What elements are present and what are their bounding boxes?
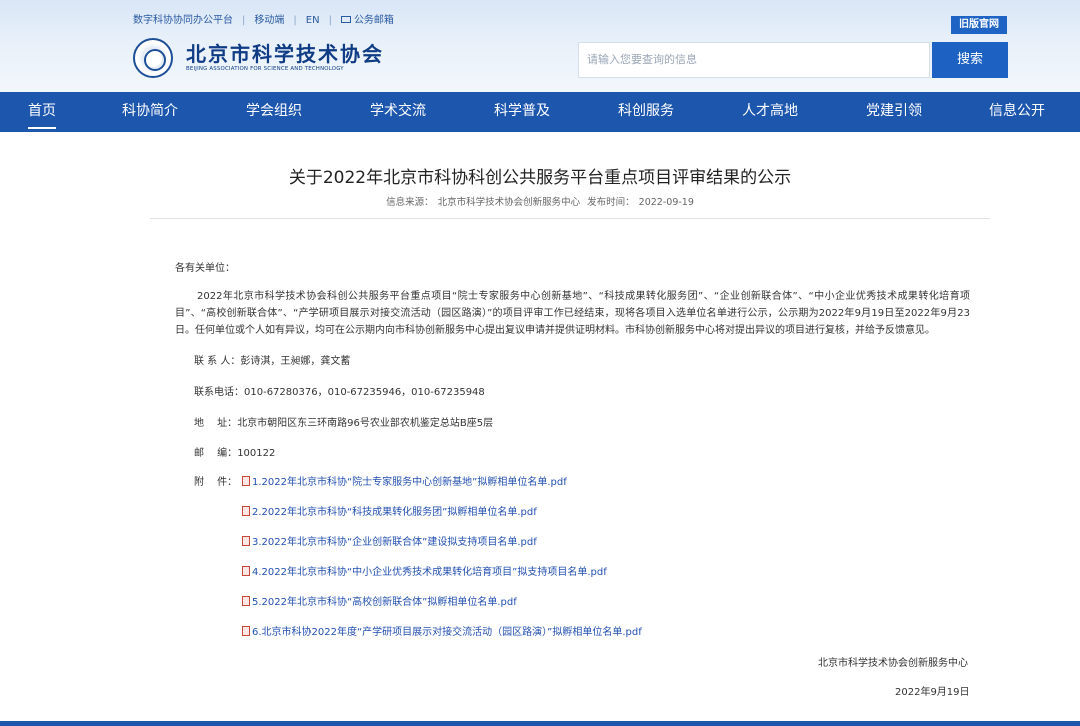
nav-item-party[interactable]: 党建引领 xyxy=(866,92,922,132)
nav-item-home[interactable]: 首页 xyxy=(28,92,56,132)
article-body: 2022年北京市科学技术协会科创公共服务平台重点项目“院士专家服务中心创新基地”… xyxy=(175,291,970,336)
nav-item-innovation-service[interactable]: 科创服务 xyxy=(618,92,674,132)
attachment-link-text[interactable]: 4.2022年北京市科协“中小企业优秀技术成果转化培育项目”拟支持项目名单.pd… xyxy=(252,567,607,578)
nav-item-popular-science[interactable]: 科学普及 xyxy=(494,92,550,132)
top-link-mail[interactable]: 公务邮箱 xyxy=(354,15,394,26)
date-label: 发布时间： xyxy=(587,197,635,208)
attachment-link-text[interactable]: 5.2022年北京市科协“高校创新联合体”拟孵相单位名单.pdf xyxy=(252,597,517,608)
footer-bar xyxy=(0,721,1080,726)
article-meta: 信息来源： 北京市科学技术协会创新服务中心 发布时间： 2022-09-19 xyxy=(0,194,1080,208)
address-label: 地 址： xyxy=(194,418,238,429)
separator: | xyxy=(242,15,246,26)
pdf-icon xyxy=(242,566,250,576)
search-box xyxy=(578,42,930,78)
postcode-label: 邮 编： xyxy=(194,448,238,459)
attachment-link[interactable]: 4.2022年北京市科协“中小企业优秀技术成果转化培育项目”拟支持项目名单.pd… xyxy=(242,563,607,578)
attachment-link-text[interactable]: 1.2022年北京市科协“院士专家服务中心创新基地”拟孵相单位名单.pdf xyxy=(252,477,567,488)
nav-item-academic[interactable]: 学术交流 xyxy=(370,92,426,132)
search-input[interactable] xyxy=(579,43,929,77)
phone-value: 010-67280376，010-67235946，010-67235948 xyxy=(244,387,485,398)
pdf-icon xyxy=(242,626,250,636)
postcode-value: 100122 xyxy=(237,448,276,459)
article-title: 关于2022年北京市科协科创公共服务平台重点项目评审结果的公示 xyxy=(288,168,792,188)
nav-item-about[interactable]: 科协简介 xyxy=(122,92,178,132)
attachment-link[interactable]: 1.2022年北京市科协“院士专家服务中心创新基地”拟孵相单位名单.pdf xyxy=(242,473,567,488)
source-value: 北京市科学技术协会创新服务中心 xyxy=(437,197,581,208)
nav-item-disclosure[interactable]: 信息公开 xyxy=(989,92,1045,132)
main-nav: 首页 科协简介 学会组织 学术交流 科学普及 科创服务 人才高地 党建引领 信息… xyxy=(0,92,1080,132)
attachment-link-text[interactable]: 6.北京市科协2022年度“产学研项目展示对接交流活动（园区路演）”拟孵相单位名… xyxy=(252,627,642,638)
nav-item-societies[interactable]: 学会组织 xyxy=(246,92,302,132)
search-button[interactable]: 搜索 xyxy=(932,42,1008,78)
pdf-icon xyxy=(242,476,250,486)
pdf-icon xyxy=(242,536,250,546)
attachments-label: 附 件： xyxy=(194,477,238,488)
signature-org: 北京市科学技术协会创新服务中心 xyxy=(818,658,968,669)
mail-icon xyxy=(340,16,351,23)
attachment-link[interactable]: 2.2022年北京市科协“科技成果转化服务团”拟孵相单位名单.pdf xyxy=(242,503,537,518)
date-value: 2022-09-19 xyxy=(638,197,694,208)
nav-item-talent[interactable]: 人才高地 xyxy=(742,92,798,132)
attachment-link-text[interactable]: 3.2022年北京市科协“企业创新联合体”建设拟支持项目名单.pdf xyxy=(252,537,537,548)
contact-label: 联 系 人： xyxy=(194,356,241,367)
separator: | xyxy=(293,15,297,26)
contact-value: 彭诗淇，王昶娜，龚文蓄 xyxy=(240,356,351,367)
logo-text-cn[interactable]: 北京市科学技术协会 xyxy=(186,38,384,67)
attachment-link[interactable]: 5.2022年北京市科协“高校创新联合体”拟孵相单位名单.pdf xyxy=(242,593,517,608)
attachment-link[interactable]: 6.北京市科协2022年度“产学研项目展示对接交流活动（园区路演）”拟孵相单位名… xyxy=(242,623,642,638)
phone-label: 联系电话： xyxy=(194,387,244,398)
top-link-mobile[interactable]: 移动端 xyxy=(254,15,284,26)
top-links: 数字科协协同办公平台 | 移动端 | EN | 公务邮箱 xyxy=(133,11,394,26)
logo-text-en: BEIJING ASSOCIATION FOR SCIENCE AND TECH… xyxy=(186,66,344,72)
divider xyxy=(150,218,990,219)
contact-row: 联 系 人：彭诗淇，王昶娜，龚文蓄 xyxy=(194,352,350,367)
attachment-link[interactable]: 3.2022年北京市科协“企业创新联合体”建设拟支持项目名单.pdf xyxy=(242,533,537,548)
attachment-link-text[interactable]: 2.2022年北京市科协“科技成果转化服务团”拟孵相单位名单.pdf xyxy=(252,507,537,518)
top-link-en[interactable]: EN xyxy=(306,15,320,26)
pdf-icon xyxy=(242,596,250,606)
old-site-button[interactable]: 旧版官网 xyxy=(951,16,1007,34)
address-value: 北京市朝阳区东三环南路96号农业部农机鉴定总站B座5层 xyxy=(237,418,494,429)
signature-date: 2022年9月19日 xyxy=(895,687,970,698)
logo-emblem-icon[interactable] xyxy=(133,38,173,78)
phone-row: 联系电话：010-67280376，010-67235946，010-67235… xyxy=(194,383,485,398)
source-label: 信息来源： xyxy=(386,197,434,208)
pdf-icon xyxy=(242,506,250,516)
postcode-row: 邮 编：100122 xyxy=(194,444,275,459)
separator: | xyxy=(328,15,332,26)
greeting: 各有关单位： xyxy=(175,263,235,274)
address-row: 地 址：北京市朝阳区东三环南路96号农业部农机鉴定总站B座5层 xyxy=(194,414,493,429)
site-header: 数字科协协同办公平台 | 移动端 | EN | 公务邮箱 北京市科学技术协会 BEIJING… xyxy=(0,0,1080,92)
top-link-office[interactable]: 数字科协协同办公平台 xyxy=(133,15,233,26)
